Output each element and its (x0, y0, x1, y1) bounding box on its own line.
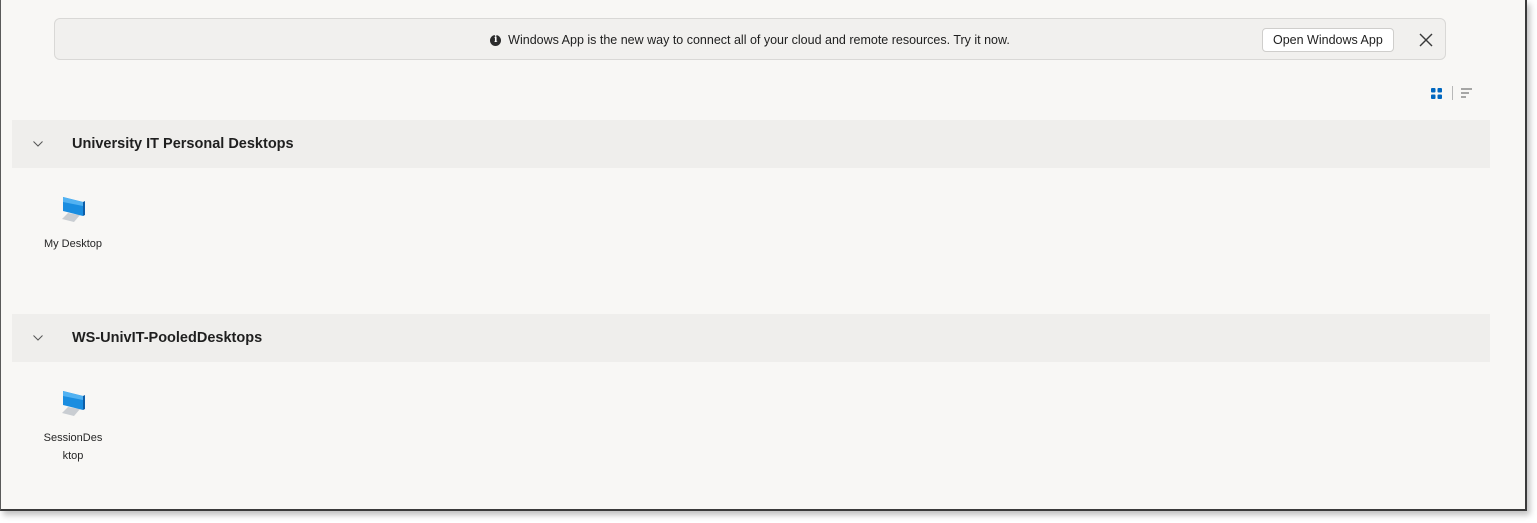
group-title: WS-UnivIT-PooledDesktops (72, 330, 263, 346)
resource-label: My Desktop (43, 238, 103, 250)
desktop-monitor-icon (62, 197, 85, 222)
chevron-down-icon[interactable] (33, 335, 43, 341)
banner-text: Windows App is the new way to connect al… (508, 33, 1010, 47)
toggle-divider (1452, 86, 1453, 100)
chevron-down-icon[interactable] (33, 141, 43, 147)
view-toggle (1431, 86, 1472, 100)
desktop-monitor-icon (62, 391, 85, 416)
open-windows-app-button[interactable]: Open Windows App (1262, 28, 1394, 52)
resource-label: SessionDes ktop (38, 429, 108, 465)
list-view-icon[interactable] (1461, 88, 1472, 98)
resource-tile-sessiondesktop[interactable]: SessionDes ktop (38, 387, 108, 465)
resource-label-line-2: ktop (62, 450, 84, 462)
tile-view-icon[interactable] (1431, 87, 1442, 99)
group-title: University IT Personal Desktops (72, 136, 294, 152)
banner-message: i Windows App is the new way to connect … (55, 19, 1445, 61)
remote-desktop-window: i Windows App is the new way to connect … (0, 0, 1527, 511)
close-icon[interactable] (1415, 29, 1437, 51)
resource-label-line-1: SessionDes (43, 432, 103, 444)
promo-banner: i Windows App is the new way to connect … (54, 18, 1446, 60)
resource-tile-my-desktop[interactable]: My Desktop (38, 193, 108, 253)
info-icon: i (490, 34, 502, 46)
group-header-ws-univit-pooleddesktops[interactable]: WS-UnivIT-PooledDesktops (12, 314, 1490, 362)
group-header-university-it-personal-desktops[interactable]: University IT Personal Desktops (12, 120, 1490, 168)
